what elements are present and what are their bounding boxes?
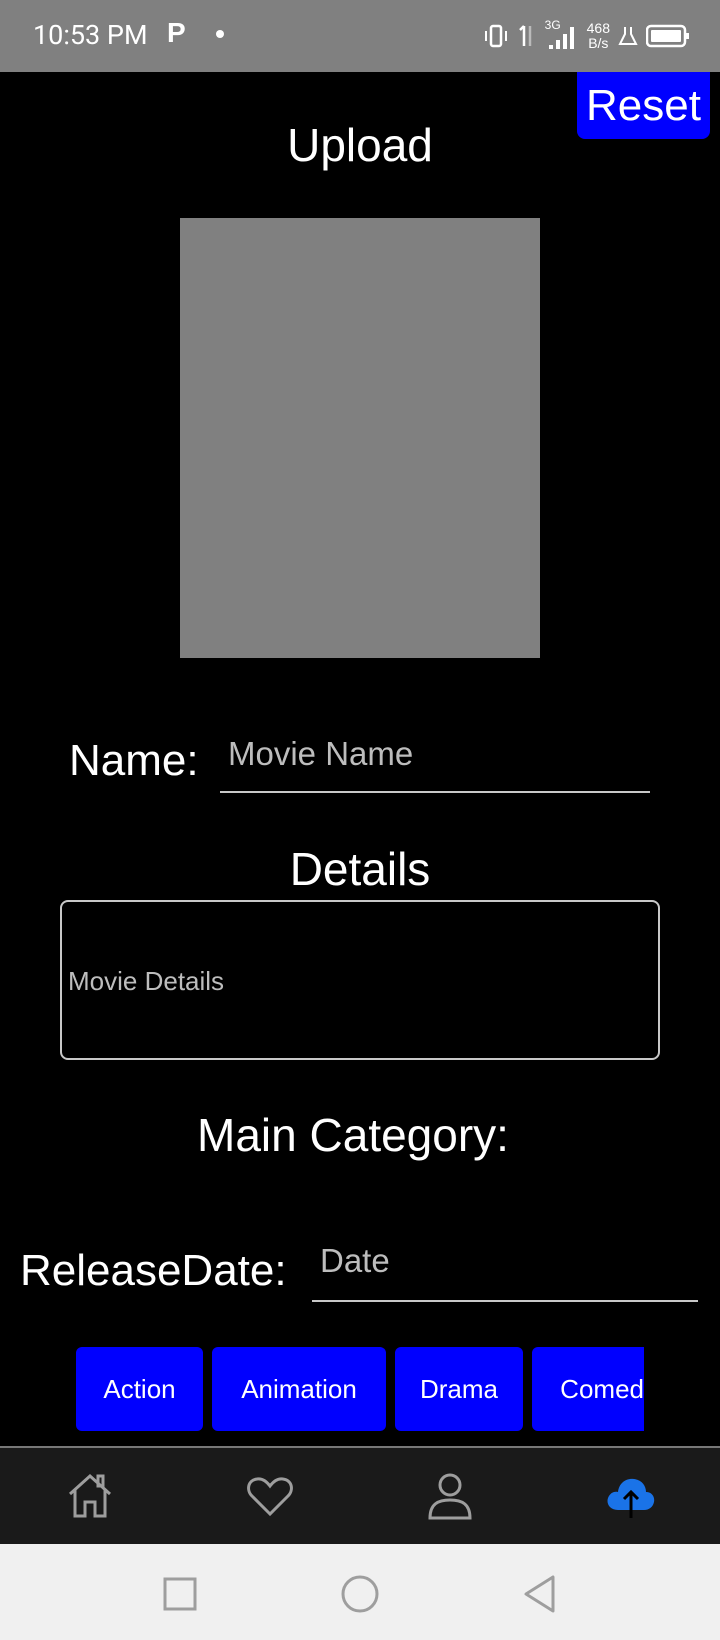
status-icons: 3G 468 B/s: [483, 18, 690, 54]
vibrate-icon: [484, 24, 507, 48]
battery-icon: [646, 24, 689, 48]
poster-image-picker[interactable]: [180, 218, 540, 658]
nav-home[interactable]: [64, 1470, 116, 1522]
movie-name-input[interactable]: Movie Name: [220, 735, 650, 793]
category-button-action[interactable]: Action: [76, 1347, 203, 1431]
category-button-drama[interactable]: Drama: [395, 1347, 523, 1431]
data-transfer-icon: [518, 25, 531, 46]
release-date-label: ReleaseDate:: [20, 1246, 287, 1295]
app-notification-icon: P: [167, 17, 186, 48]
home-button[interactable]: [340, 1574, 380, 1614]
recents-button[interactable]: [162, 1576, 198, 1612]
main-category-label: Main Category:: [197, 1109, 509, 1161]
name-label: Name:: [69, 736, 199, 785]
upload-cloud-icon: [607, 1478, 655, 1518]
nav-favorites[interactable]: [244, 1470, 296, 1522]
lab-flask-icon: [618, 27, 638, 45]
movie-details-placeholder: Movie Details: [68, 966, 225, 996]
signal-icon: 3G: [545, 18, 579, 51]
home-icon: [68, 1473, 112, 1518]
category-button-animation[interactable]: Animation: [212, 1347, 386, 1431]
back-button[interactable]: [522, 1574, 558, 1614]
details-label: Details: [289, 843, 431, 895]
release-date-input[interactable]: Date: [312, 1242, 698, 1302]
profile-icon: [428, 1473, 472, 1520]
notification-dot-icon: [216, 30, 224, 38]
nav-profile[interactable]: [424, 1470, 476, 1522]
status-time: 10:53 PM: [33, 19, 148, 51]
network-speed: 468 B/s: [586, 20, 610, 51]
nav-upload[interactable]: [604, 1470, 656, 1522]
page-title: Upload: [287, 119, 433, 171]
heart-icon: [247, 1477, 293, 1517]
category-button-comedy[interactable]: Comed: [532, 1347, 644, 1431]
